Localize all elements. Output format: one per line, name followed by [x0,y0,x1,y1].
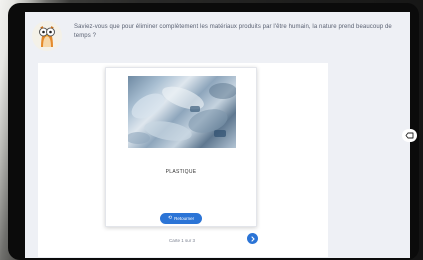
back-arrow-icon [405,132,414,139]
owl-mascot-icon [32,21,62,51]
rotate-icon: ⟲ [167,215,173,221]
card-pager-text: Carte 1 sur 3 [169,238,196,243]
next-card-button[interactable] [247,233,258,244]
plastic-bottles-photo [128,83,236,144]
plastic-bottles-image [128,76,236,148]
chevron-right-icon [250,235,255,242]
flip-card-label: Retourner [174,216,195,221]
flashcard[interactable]: PLASTIQUE ⟲ Retourner [105,67,257,227]
flip-card-button[interactable]: ⟲ Retourner [160,213,202,224]
did-you-know-text: Saviez-vous que pour éliminer complèteme… [74,24,392,39]
tablet-frame: Saviez-vous que pour éliminer complèteme… [8,3,419,260]
back-button[interactable] [402,129,417,142]
card-title: PLASTIQUE [165,169,197,175]
card-viewer-panel: PLASTIQUE ⟲ Retourner Carte 1 sur 3 [38,63,328,257]
app-screen: Saviez-vous que pour éliminer complèteme… [25,12,410,258]
